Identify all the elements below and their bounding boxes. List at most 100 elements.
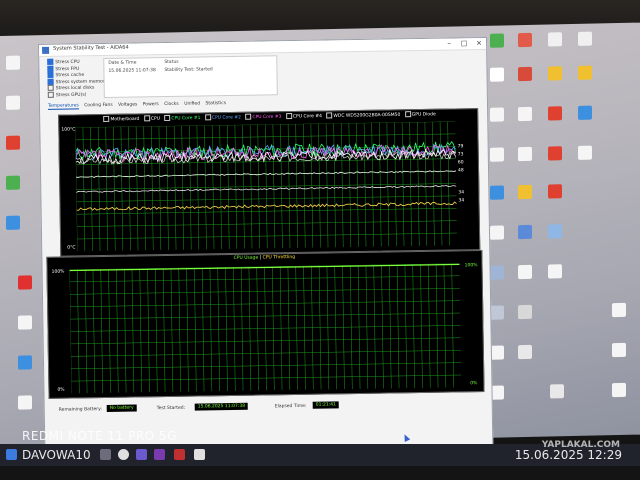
desktop-icon[interactable] <box>512 146 538 163</box>
taskbar-app-icon[interactable] <box>100 449 111 460</box>
desktop-icon[interactable] <box>512 304 538 321</box>
desktop-icon[interactable] <box>542 66 568 82</box>
desktop-icon[interactable] <box>484 33 510 49</box>
stress-option[interactable]: Stress GPU(s) <box>47 91 98 98</box>
taskbar-app-icon[interactable] <box>194 449 205 460</box>
desktop-icon[interactable] <box>12 275 38 291</box>
checkbox[interactable] <box>47 78 54 85</box>
date-value: 15.06.2025 11:07:38 <box>108 68 156 74</box>
desktop-icon[interactable] <box>572 145 598 161</box>
legend-swatch[interactable] <box>164 114 171 122</box>
desktop-icon[interactable] <box>512 32 538 49</box>
desktop-icon[interactable] <box>12 395 38 411</box>
tab-statistics[interactable]: Statistics <box>205 101 226 106</box>
legend-swatch[interactable] <box>326 112 333 119</box>
close-button[interactable]: × <box>472 38 486 49</box>
tab-voltages[interactable]: Voltages <box>118 102 137 107</box>
desktop-icon[interactable] <box>12 355 38 371</box>
temp-right-labels: 79 73 60 48 34 34 <box>457 144 465 204</box>
battery-label: Remaining Battery: <box>58 407 102 413</box>
desktop-icon[interactable] <box>542 106 568 122</box>
usage-ymax-right: 100% <box>464 263 478 269</box>
start-icon[interactable] <box>6 449 17 460</box>
desktop-icon[interactable] <box>0 175 26 191</box>
usage-plot <box>69 263 462 394</box>
desktop-icon[interactable] <box>484 67 510 83</box>
checkbox[interactable] <box>47 58 54 65</box>
legend-swatch[interactable] <box>143 115 150 122</box>
usage-ymax-left: 100% <box>51 269 65 275</box>
usage-ymin-left: 0% <box>57 387 65 393</box>
legend-swatch[interactable] <box>204 114 211 121</box>
test-started-value: 15.06.2025 11:07:38 <box>194 402 249 411</box>
desktop-icon[interactable] <box>572 31 598 47</box>
chrome-icon[interactable] <box>118 449 129 460</box>
minimize-button[interactable]: – <box>442 38 456 49</box>
desktop-icon[interactable] <box>512 106 538 123</box>
desktop-icon[interactable] <box>572 105 598 121</box>
desktop-icon[interactable] <box>512 184 538 201</box>
date-header: Date & Time <box>108 60 137 66</box>
desktop-icon[interactable] <box>0 135 26 151</box>
tab-cooling-fans[interactable]: Cooling Fans <box>84 103 112 108</box>
taskbar-app-icon[interactable] <box>154 449 165 460</box>
temperature-plot <box>75 121 458 252</box>
temperature-graph: Motherboard CPU CPU Core #1 CPU Core #2 … <box>58 108 481 257</box>
usage-ymin-right: 0% <box>470 381 478 387</box>
checkbox[interactable] <box>47 91 54 98</box>
desktop-icon[interactable] <box>512 224 538 241</box>
tab-unified[interactable]: Unified <box>184 101 200 106</box>
stress-options: Stress CPU Stress FPU Stress cache Stres… <box>47 58 107 98</box>
stability-test-window: System Stability Test - AIDA64 – □ × Str… <box>38 36 494 458</box>
taskbar-app-icon[interactable] <box>136 449 147 460</box>
legend-swatch[interactable] <box>285 113 292 120</box>
desktop-icon[interactable] <box>512 66 538 83</box>
stress-option[interactable]: Stress local disks <box>47 84 98 91</box>
desktop-icon[interactable] <box>572 65 598 81</box>
legend-swatch[interactable] <box>404 111 411 118</box>
temp-ymax-label: 100°C <box>61 127 76 133</box>
window-title: System Stability Test - AIDA64 <box>53 44 129 52</box>
legend-swatch[interactable] <box>245 113 252 120</box>
elapsed-value: 01:21:41 <box>312 401 339 409</box>
desktop-icon[interactable] <box>0 55 26 71</box>
desktop-icon[interactable] <box>544 384 570 400</box>
desktop-icon[interactable] <box>542 146 568 162</box>
desktop-icon[interactable] <box>542 32 568 48</box>
desktop-icon[interactable] <box>542 224 568 240</box>
checkbox[interactable] <box>47 84 54 91</box>
desktop-icon[interactable] <box>542 184 568 200</box>
battery-value: No battery <box>106 404 137 412</box>
desktop-icon[interactable] <box>606 382 632 399</box>
desktop-icon[interactable] <box>12 315 38 331</box>
usage-grid <box>69 263 462 394</box>
status-bar: Remaining Battery: No battery Test Start… <box>49 396 479 419</box>
status-log: Date & Time Status 15.06.2025 11:07:38 S… <box>103 55 278 98</box>
elapsed-label: Elapsed Time: <box>274 403 307 410</box>
desktop-icon[interactable] <box>512 344 538 361</box>
status-header: Status <box>164 59 179 66</box>
tab-powers[interactable]: Powers <box>143 102 159 107</box>
sensor-tabs: Temperatures Cooling Fans Voltages Power… <box>47 101 230 110</box>
test-started-label: Test Started: <box>156 405 186 412</box>
maximize-button[interactable]: □ <box>457 38 471 49</box>
legend-swatch[interactable] <box>103 115 110 122</box>
desktop-icon[interactable] <box>0 215 26 231</box>
tab-clocks[interactable]: Clocks <box>164 102 179 107</box>
aida64-taskbar-icon[interactable] <box>174 449 185 460</box>
desktop-icon[interactable] <box>512 264 538 281</box>
temperature-grid <box>75 121 458 252</box>
app-icon <box>42 46 50 54</box>
checkbox[interactable] <box>47 71 54 78</box>
cpu-usage-graph: CPU Usage | CPU Throttling 100% 0% 100% … <box>46 250 485 399</box>
camera-user-watermark: DAVOWA10 <box>22 448 91 462</box>
desktop-icon[interactable] <box>606 342 632 359</box>
camera-watermark: REDMI NOTE 11 PRO 5G <box>22 429 177 443</box>
camera-date-watermark: 15.06.2025 12:29 <box>514 448 622 462</box>
checkbox[interactable] <box>47 65 54 72</box>
desktop-icon[interactable] <box>0 95 26 111</box>
desktop-icon[interactable] <box>542 264 568 280</box>
temp-ymin-label: 0°C <box>67 245 76 251</box>
tab-temperatures[interactable]: Temperatures <box>47 103 79 110</box>
desktop-icon[interactable] <box>606 302 632 319</box>
